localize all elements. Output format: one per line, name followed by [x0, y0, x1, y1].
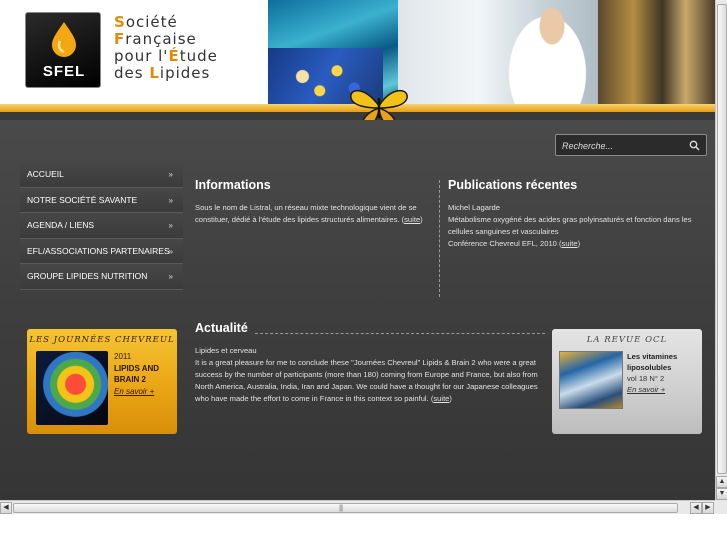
column-divider: [439, 180, 440, 297]
oil-drop-icon: [52, 22, 76, 57]
journees-chevreul-card[interactable]: LES JOURNÉES CHEVREUL 2011 LIPIDS AND BR…: [27, 329, 177, 434]
nav-item-groupe-lipides[interactable]: GROUPE LIPIDES NUTRITION »: [20, 264, 183, 290]
actualite-section: Lipides et cerveau It is a great pleasur…: [195, 345, 545, 405]
double-chevron-right-icon: »: [168, 246, 173, 256]
actualite-title: Actualité: [195, 321, 248, 335]
publication-conference: Conférence Chevreul EFL, 2010 (suite): [448, 239, 581, 248]
nav-item-label: GROUPE LIPIDES NUTRITION: [27, 271, 148, 281]
ocl-title: LA REVUE OCL: [586, 335, 668, 345]
actualite-subtitle: Lipides et cerveau: [195, 346, 257, 355]
actualite-divider: [255, 333, 545, 334]
vertical-scrollbar[interactable]: ▲ ▼: [715, 0, 727, 500]
double-chevron-right-icon: »: [168, 170, 173, 179]
scrollbar-corner: [715, 500, 727, 514]
society-name-line-4: des Lipides: [114, 64, 211, 82]
scrollbar-grip-icon: ||||: [339, 505, 343, 512]
horizontal-scrollbar-thumb[interactable]: ||||: [13, 503, 678, 513]
nav-item-label: AGENDA / LIENS: [27, 220, 95, 230]
publications-section: Publications récentes Michel Lagarde Mét…: [448, 178, 703, 250]
nav-item-label: ACCUEIL: [27, 169, 64, 179]
actualite-heading: Actualité: [195, 321, 545, 339]
nav-item-accueil[interactable]: ACCUEIL »: [20, 162, 183, 188]
chevreul-title: LES JOURNÉES CHEVREUL: [29, 335, 175, 345]
scroll-up-arrow-icon[interactable]: ▲: [716, 476, 727, 488]
search-input[interactable]: [562, 138, 680, 154]
publication-text: Métabolisme oxygéné des acides gras poly…: [448, 215, 692, 236]
double-chevron-right-icon: »: [168, 195, 173, 205]
publications-suite-link[interactable]: suite: [562, 239, 578, 248]
lab-photo: [398, 0, 598, 105]
nav-item-agenda-liens[interactable]: AGENDA / LIENS »: [20, 213, 183, 239]
header-photo-banner: [268, 0, 715, 105]
publication-author: Michel Lagarde: [448, 203, 500, 212]
ocl-more-link[interactable]: En savoir +: [627, 385, 665, 394]
scroll-left-arrow-icon-alt[interactable]: ◀: [690, 502, 702, 514]
brain-image: [36, 351, 108, 425]
chevreul-more-link[interactable]: En savoir +: [114, 387, 154, 396]
scroll-left-arrow-icon[interactable]: ◀: [0, 502, 12, 514]
nav-item-societe-savante[interactable]: NOTRE SOCIÉTÉ SAVANTE »: [20, 187, 183, 213]
horizontal-scrollbar[interactable]: ◀ |||| ◀ ▶: [0, 500, 715, 514]
publications-title: Publications récentes: [448, 178, 578, 192]
below-viewport-area: [0, 514, 727, 545]
main-content: ACCUEIL » NOTRE SOCIÉTÉ SAVANTE » AGENDA /…: [0, 120, 715, 500]
scientist-figure: [498, 0, 588, 105]
scroll-right-arrow-icon[interactable]: ▶: [702, 502, 714, 514]
logo-text: SFEL: [42, 63, 86, 80]
informations-section: Informations Sous le nom de Listral, un …: [195, 178, 431, 226]
society-name: Société Française pour l'Étude des Lipid…: [114, 14, 218, 82]
ocl-volume: vol 18 N° 2: [627, 374, 665, 383]
side-navigation: ACCUEIL » NOTRE SOCIÉTÉ SAVANTE » AGENDA /…: [20, 162, 183, 290]
informations-text: Sous le nom de Listral, un réseau mixte …: [195, 203, 423, 224]
ocl-cover-image: [559, 351, 623, 409]
chevreul-event-name: LIPIDS AND BRAIN 2: [114, 364, 160, 384]
search-box: [555, 134, 707, 156]
bottles-photo: [598, 0, 715, 105]
actualite-suite-link[interactable]: suite: [433, 394, 449, 403]
ocl-headline: Les vitamines liposolubles: [627, 352, 678, 372]
nav-item-efl-associations[interactable]: EFL/ASSOCIATIONS PARTENAIRES»: [20, 238, 183, 264]
revue-ocl-card[interactable]: LA REVUE OCL Les vitamines liposolubles …: [552, 329, 702, 434]
page-viewport: SFEL Société Française pour l'Étude des …: [0, 0, 715, 500]
society-name-line-3: pour l'Étude: [114, 47, 218, 65]
sfel-logo[interactable]: SFEL: [25, 12, 101, 88]
search-icon[interactable]: [689, 140, 700, 151]
scroll-down-arrow-icon[interactable]: ▼: [716, 488, 727, 500]
actualite-text: It is a great pleasure for me to conclud…: [195, 358, 538, 403]
double-chevron-right-icon: »: [168, 272, 173, 281]
informations-suite-link[interactable]: suite: [404, 215, 420, 224]
vertical-scrollbar-thumb[interactable]: [717, 4, 727, 474]
society-name-line-2: Française: [114, 30, 197, 48]
chevreul-year: 2011: [114, 352, 132, 361]
nav-item-label: EFL/ASSOCIATIONS PARTENAIRES: [27, 245, 170, 256]
nav-item-label: NOTRE SOCIÉTÉ SAVANTE: [27, 194, 138, 205]
society-name-line-1: Société: [114, 13, 178, 31]
informations-title: Informations: [195, 178, 271, 192]
double-chevron-right-icon: »: [168, 221, 173, 230]
